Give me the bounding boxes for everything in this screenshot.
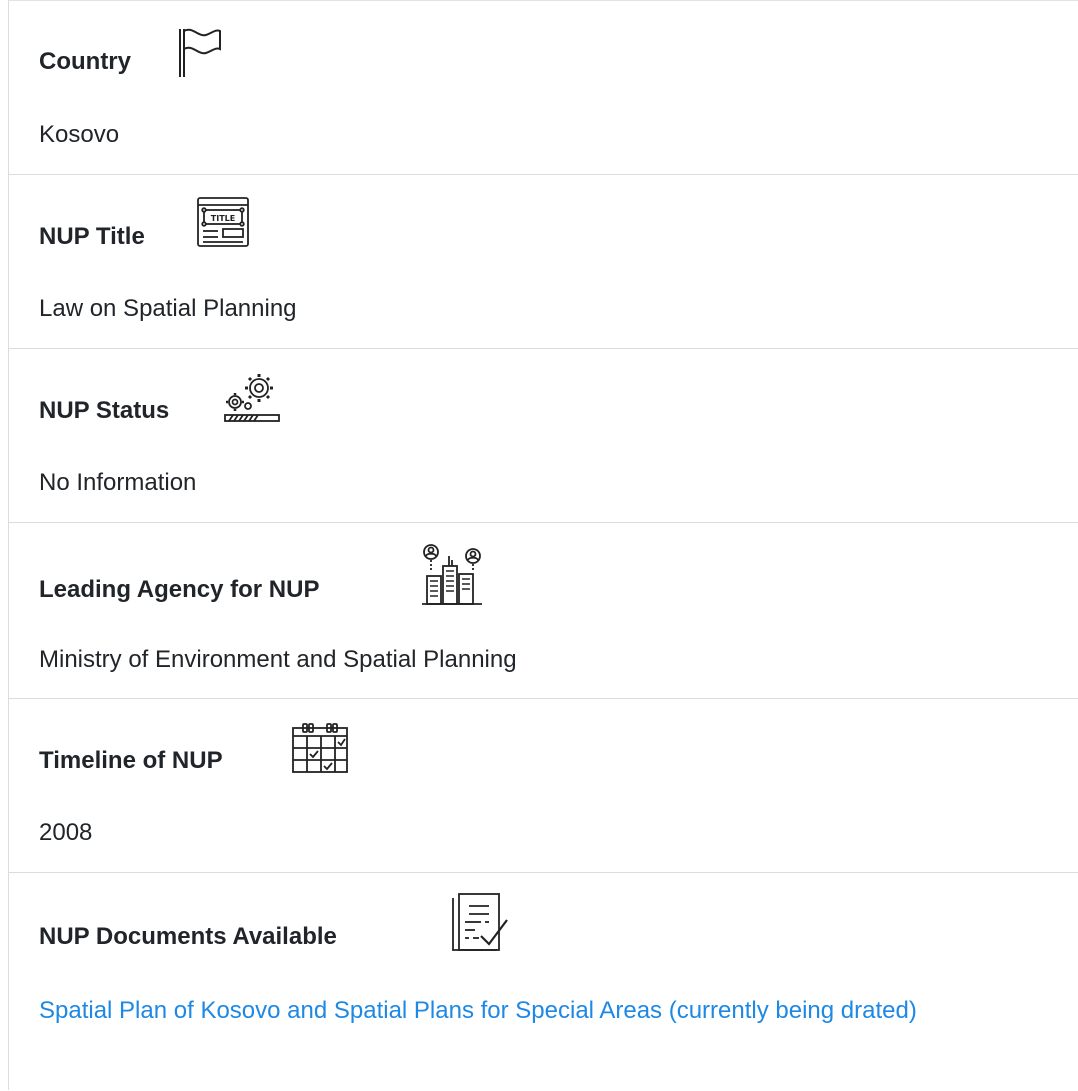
document-check-icon (451, 892, 509, 956)
agency-building-icon (421, 542, 483, 606)
timeline-value: 2008 (39, 819, 93, 846)
flag-icon (176, 27, 224, 79)
nup-details-panel: Country Kosovo NUP Title TITLE Law on Sp… (8, 0, 1078, 1090)
leading-agency-value: Ministry of Environment and Spatial Plan… (39, 646, 517, 673)
documents-label: NUP Documents Available (39, 923, 337, 950)
documents-section: NUP Documents Available Spatial Plan of … (9, 872, 1078, 1091)
leading-agency-label: Leading Agency for NUP (39, 576, 320, 603)
country-section: Country Kosovo (9, 1, 1078, 175)
nup-title-section: NUP Title TITLE Law on Spatial Planning (9, 174, 1078, 349)
timeline-section: Timeline of NUP 2008 (9, 698, 1078, 873)
documents-link[interactable]: Spatial Plan of Kosovo and Spatial Plans… (39, 990, 1019, 1032)
country-value: Kosovo (39, 121, 120, 148)
timeline-label: Timeline of NUP (39, 747, 223, 774)
nup-title-label: NUP Title (39, 223, 145, 250)
svg-text:TITLE: TITLE (211, 214, 235, 223)
gears-progress-icon (221, 370, 283, 426)
calendar-icon (291, 722, 349, 774)
title-icon: TITLE (196, 196, 250, 248)
nup-status-label: NUP Status (39, 397, 170, 424)
nup-status-section: NUP Status No Information (9, 348, 1078, 523)
nup-status-value: No Information (39, 469, 197, 496)
country-label: Country (39, 48, 131, 75)
nup-title-value: Law on Spatial Planning (39, 295, 297, 322)
leading-agency-section: Leading Agency for NUP Ministry of Envir… (9, 522, 1078, 699)
